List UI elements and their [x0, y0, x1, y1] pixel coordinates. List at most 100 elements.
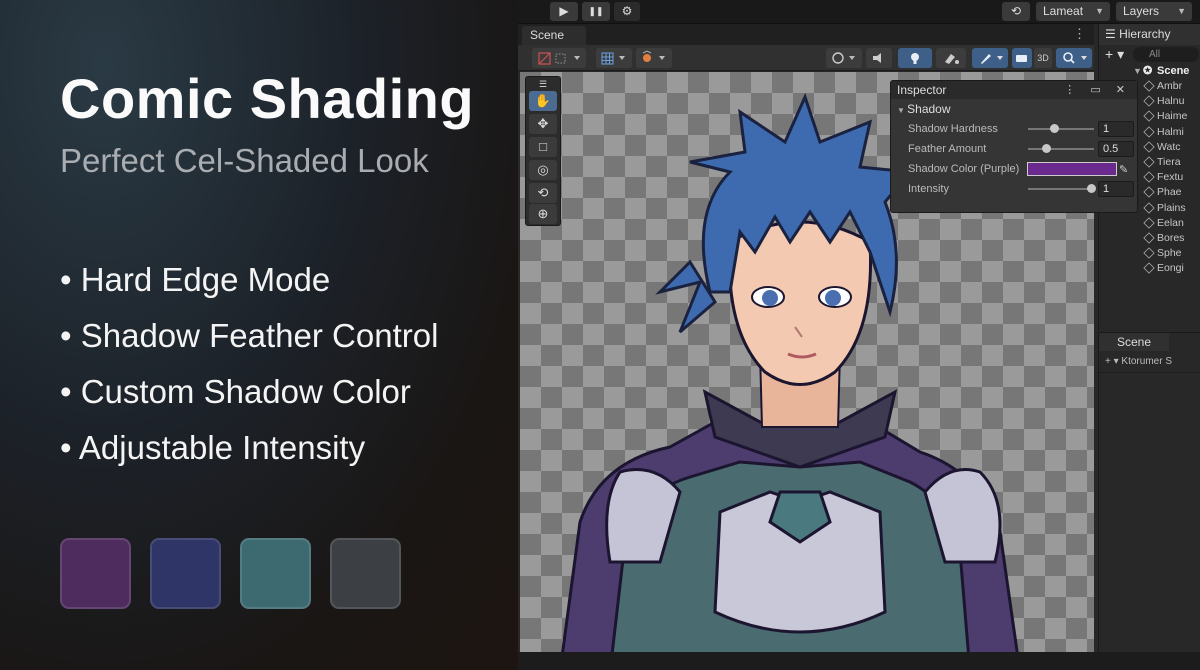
paint-button[interactable] [972, 48, 1008, 68]
hierarchy-item-label: Sphe [1157, 247, 1182, 260]
swatch-teal [240, 538, 311, 609]
shadow-hardness-field[interactable]: 1 [1098, 121, 1134, 137]
window-controls[interactable]: ⋮ ▭ ✕ [1064, 81, 1131, 99]
search-icon [1063, 52, 1087, 64]
hierarchy-item[interactable]: Bores [1099, 231, 1200, 246]
hierarchy-item[interactable]: Eelan [1099, 216, 1200, 231]
hierarchy-item-label: Tiera [1157, 155, 1181, 168]
add-object-button[interactable]: + ▾ [1105, 45, 1124, 63]
mode-3d-button[interactable]: 3D [1034, 48, 1052, 68]
tool-palette-handle[interactable]: ☰ [529, 79, 557, 89]
tab-lower-scene[interactable]: Scene [1099, 333, 1169, 351]
hierarchy-item-label: Phae [1157, 186, 1182, 199]
gameobject-icon [1143, 110, 1155, 123]
lower-panel-toolbar[interactable]: + ▾ Ktorumer S [1099, 351, 1200, 373]
gameobject-icon [1143, 95, 1155, 107]
gameobject-icon [1143, 186, 1155, 198]
promo-subtitle: Perfect Cel-Shaded Look [60, 142, 429, 179]
hierarchy-search-placeholder: All [1149, 49, 1161, 60]
chevron-down-icon: ▼ [1095, 6, 1104, 16]
feather-amount-field[interactable]: 0.5 [1098, 141, 1134, 157]
hierarchy-icon: ☰ [1105, 27, 1120, 41]
intensity-field[interactable]: 1 [1098, 181, 1134, 197]
lower-scene-panel: Scene + ▾ Ktorumer S [1098, 332, 1200, 652]
feature-item: • Custom Shadow Color [60, 373, 411, 410]
gizmo-icon [642, 50, 665, 62]
hierarchy-item-label: Halmi [1157, 125, 1184, 138]
gameobject-icon [1143, 247, 1155, 259]
hierarchy-item[interactable]: Eongi [1099, 261, 1200, 276]
status-bar [518, 652, 1200, 670]
chevron-down-icon: ▼ [1177, 6, 1186, 16]
swatch-blue [150, 538, 221, 609]
tab-scene-label: Scene [530, 28, 565, 42]
step-icon[interactable]: ⚙ [614, 2, 640, 21]
scene-toolbar: 3D [518, 45, 1094, 71]
feature-item: • Shadow Feather Control [60, 317, 439, 354]
feature-list: • Hard Edge Mode • Shadow Feather Contro… [60, 258, 438, 482]
play-button[interactable]: ▶ [550, 2, 578, 21]
slider-handle[interactable] [1050, 124, 1060, 133]
tab-scene[interactable]: Scene [522, 26, 586, 45]
shadow-section-label: Shadow [907, 102, 951, 116]
swatch-gray [330, 538, 401, 609]
hierarchy-toolbar: + ▾ All [1099, 45, 1200, 63]
tab-hierarchy[interactable]: ☰ Hierarchy [1099, 24, 1200, 45]
hierarchy-tab-label: Hierarchy [1119, 27, 1171, 41]
intensity-property: Intensity 1 [891, 179, 1137, 199]
collapse-arrow-icon[interactable]: ▼ [897, 106, 907, 115]
inspector-title: Inspector [897, 83, 947, 97]
layers-dropdown[interactable]: Layers ▼ [1116, 2, 1192, 21]
layers-dropdown-label: Layers [1123, 4, 1160, 18]
layout-dropdown[interactable]: Lameat ▼ [1036, 2, 1110, 21]
lower-scene-tab-label: Scene [1117, 335, 1152, 349]
brush-icon [981, 54, 1003, 64]
gameobject-icon [1143, 262, 1155, 274]
hierarchy-item-label: Bores [1157, 231, 1185, 244]
lighting-toggle[interactable] [898, 48, 932, 68]
hierarchy-item[interactable]: Sphe [1099, 246, 1200, 261]
property-label: Shadow Color (Purple) [908, 163, 1020, 175]
feather-amount-slider[interactable] [1028, 144, 1094, 153]
slider-handle[interactable] [1086, 184, 1096, 193]
rotate-view-button[interactable] [826, 48, 862, 68]
shadow-section[interactable]: ▼ Shadow [891, 99, 1137, 119]
feather-amount-property: Feather Amount 0.5 [891, 139, 1137, 159]
hierarchy-item-label: Fextu [1157, 171, 1184, 184]
promo-title: Comic Shading [60, 67, 475, 130]
more-options-icon[interactable]: ⋮ [1073, 26, 1086, 42]
rotate-icon [832, 52, 855, 64]
gameobject-icon [1143, 80, 1155, 92]
grid-button[interactable] [596, 48, 632, 68]
hierarchy-item-label: Halnu [1157, 95, 1185, 108]
gameobject-icon [1143, 232, 1155, 244]
shading-mode-button[interactable] [532, 48, 586, 68]
pause-button[interactable]: ❚❚ [582, 2, 610, 21]
shadow-hardness-slider[interactable] [1028, 124, 1094, 133]
grid-icon [601, 52, 625, 65]
effects-button[interactable] [936, 48, 966, 68]
camera-button[interactable] [1012, 48, 1032, 68]
camera-icon [1016, 55, 1027, 62]
hierarchy-root-scene[interactable]: ▼ ✪ Scene [1099, 63, 1200, 79]
hierarchy-item-label: Ambr [1157, 80, 1183, 92]
scene-tab-bar: Scene ⋮ [518, 24, 1094, 45]
search-button[interactable] [1056, 48, 1092, 68]
hierarchy-search-input[interactable]: All [1133, 47, 1199, 62]
gizmo-button[interactable] [636, 48, 672, 68]
expand-arrow-icon[interactable]: ▼ [1133, 63, 1142, 79]
audio-button[interactable] [866, 48, 892, 68]
inspector-panel: Inspector ⋮ ▭ ✕ ▼ Shadow Shadow Hardness… [890, 80, 1138, 213]
shadow-color-field[interactable] [1027, 162, 1117, 176]
light-bulb-icon [911, 53, 919, 64]
hierarchy-item-label: Haime [1157, 110, 1188, 123]
eyedropper-icon[interactable]: ✎ [1119, 160, 1128, 180]
history-icon[interactable]: ⟲ [1002, 2, 1030, 21]
shadow-color-property: Shadow Color (Purple) ✎ [891, 159, 1137, 179]
gameobject-icon [1143, 141, 1155, 153]
hierarchy-item-label: Eongi [1157, 262, 1184, 275]
hierarchy-root-label: Scene [1157, 65, 1190, 77]
shading-mode-icon [538, 52, 580, 65]
intensity-slider[interactable] [1028, 184, 1096, 193]
slider-handle[interactable] [1042, 144, 1052, 153]
